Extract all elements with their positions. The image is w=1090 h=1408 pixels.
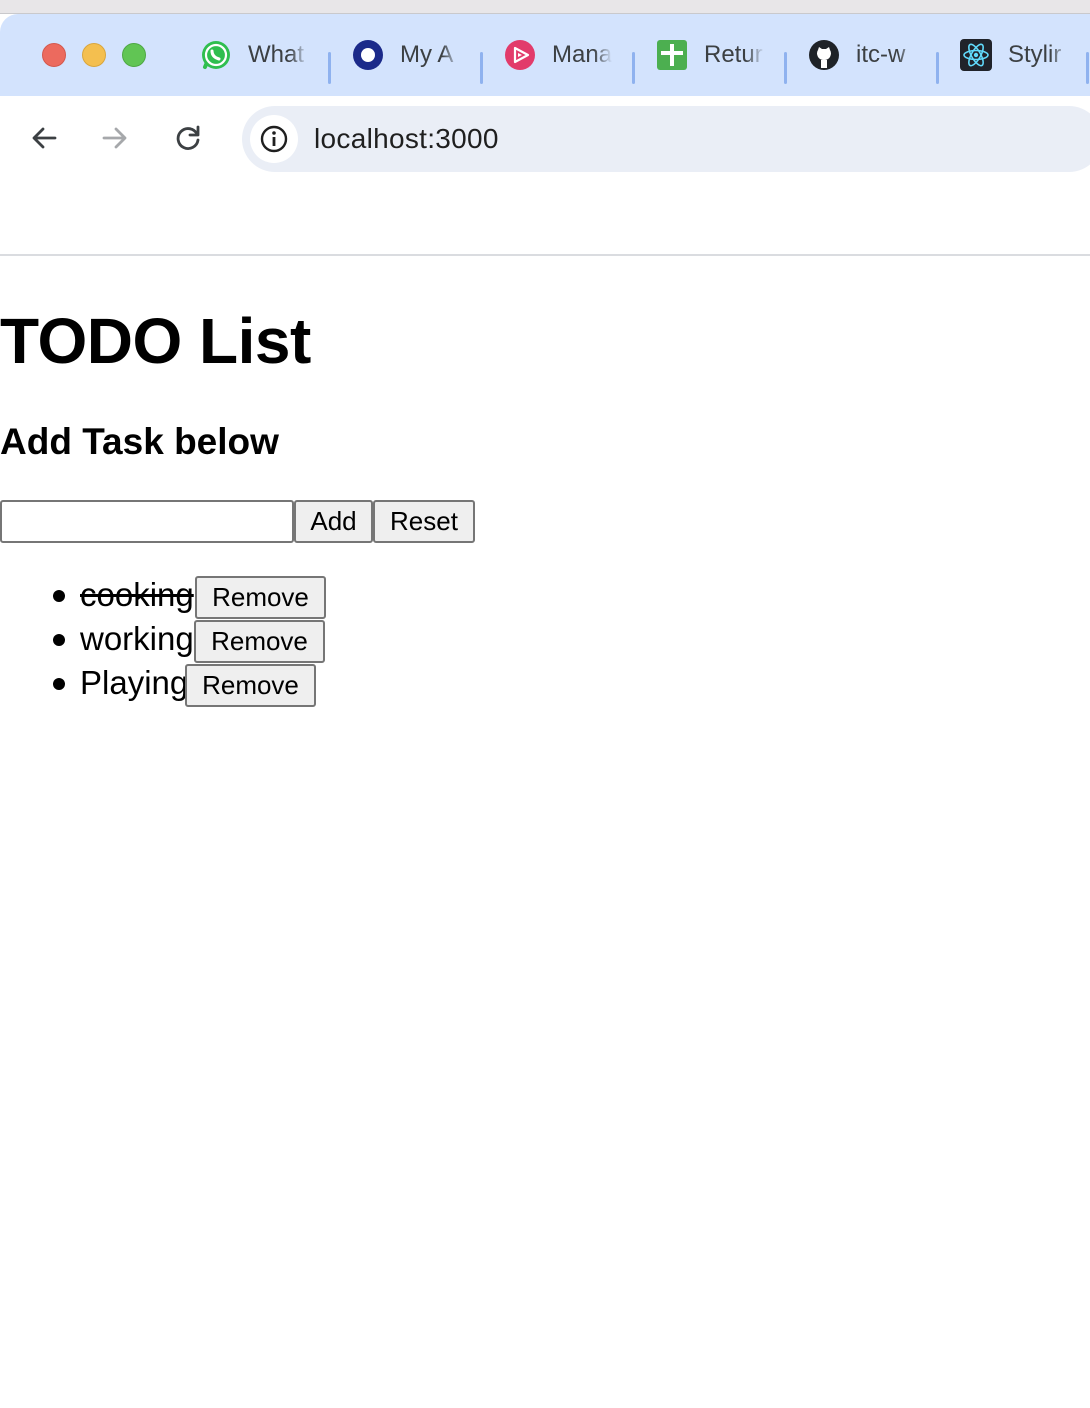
tab-itc-w[interactable]: itc-w <box>808 34 916 76</box>
green-plus-icon <box>656 39 688 71</box>
page-title: TODO List <box>0 305 311 377</box>
remove-button[interactable]: Remove <box>194 620 325 663</box>
tab-strip: What My A Mana Retur itc-w Stylir <box>0 14 1090 96</box>
whatsapp-icon <box>200 39 232 71</box>
tab-separator <box>1086 52 1089 84</box>
tab-separator <box>480 52 483 84</box>
reload-button[interactable] <box>168 118 208 158</box>
maximize-window-button[interactable] <box>122 43 146 67</box>
bullet <box>53 590 65 602</box>
tab-separator <box>784 52 787 84</box>
circle-ring-icon <box>352 39 384 71</box>
remove-button[interactable]: Remove <box>195 576 326 619</box>
bullet <box>53 678 65 690</box>
reload-icon <box>176 125 200 150</box>
window-top-edge <box>0 0 1090 14</box>
tab-separator <box>936 52 939 84</box>
add-button[interactable]: Add <box>294 500 373 543</box>
remove-button[interactable]: Remove <box>185 664 316 707</box>
todo-text[interactable]: Playing <box>80 664 188 702</box>
react-icon <box>960 39 992 71</box>
minimize-window-button[interactable] <box>82 43 106 67</box>
reset-button[interactable]: Reset <box>373 500 475 543</box>
todo-text[interactable]: working <box>80 620 194 658</box>
tab-title: Mana <box>552 41 612 68</box>
tab-stylir[interactable]: Stylir <box>960 34 1068 76</box>
todo-text[interactable]: cooking <box>80 576 194 614</box>
tab-my-a[interactable]: My A <box>352 34 460 76</box>
tab-title: Retur <box>704 41 763 68</box>
add-task-heading: Add Task below <box>0 421 279 462</box>
back-button[interactable] <box>24 118 64 158</box>
browser-toolbar: localhost:3000 <box>0 96 1090 254</box>
tab-whatsapp[interactable]: What <box>200 34 308 76</box>
play-badge-icon <box>504 39 536 71</box>
site-info-button[interactable] <box>250 115 298 163</box>
todo-item: Playing Remove <box>0 662 600 707</box>
tab-title: itc-w <box>856 41 906 68</box>
close-window-button[interactable] <box>42 43 66 67</box>
arrow-left-icon <box>32 127 57 149</box>
arrow-right-icon <box>102 127 127 149</box>
info-icon <box>260 125 288 153</box>
tab-separator <box>328 52 331 84</box>
url-text: localhost:3000 <box>314 123 499 154</box>
task-input[interactable] <box>0 500 294 543</box>
bullet <box>53 634 65 646</box>
page-content: TODO List Add Task below Add Reset cooki… <box>0 256 1090 1408</box>
tab-retur[interactable]: Retur <box>656 34 764 76</box>
github-icon <box>808 39 840 71</box>
todo-item: cooking Remove <box>0 574 600 619</box>
tab-separator <box>632 52 635 84</box>
address-bar[interactable]: localhost:3000 <box>242 106 1090 172</box>
tab-title: My A <box>400 41 454 68</box>
tab-title: Stylir <box>1008 41 1062 68</box>
tab-title: What <box>248 41 305 68</box>
forward-button[interactable] <box>95 118 135 158</box>
tab-mana[interactable]: Mana <box>504 34 612 76</box>
todo-item: working Remove <box>0 618 600 663</box>
